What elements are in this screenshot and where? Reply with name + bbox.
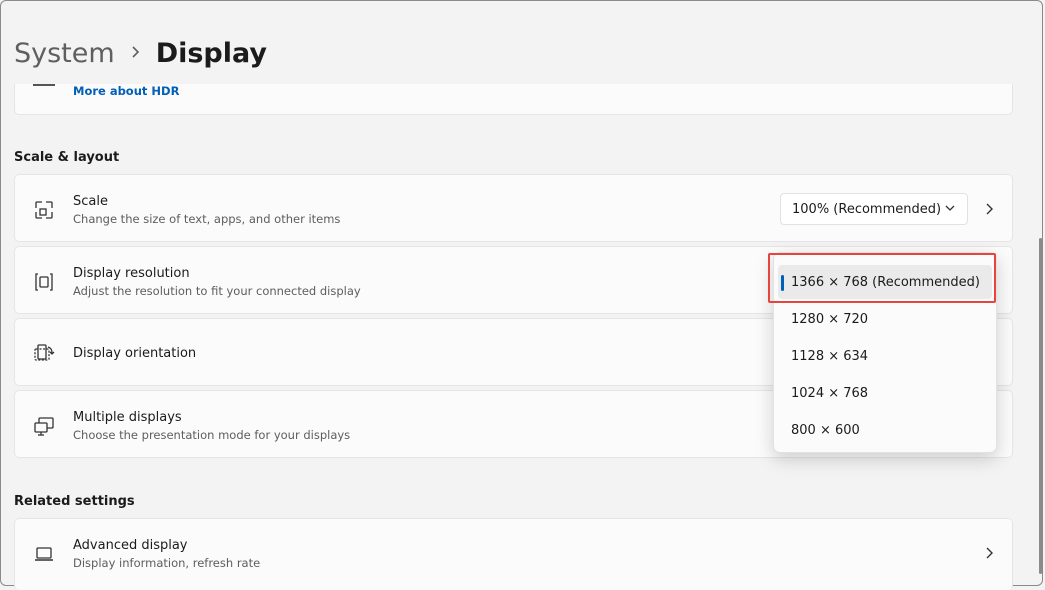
breadcrumb-system[interactable]: System — [14, 38, 115, 69]
multiple-displays-title: Multiple displays — [73, 410, 182, 425]
resolution-option[interactable]: 800 × 600 — [778, 413, 992, 447]
resolution-option-label: 1280 × 720 — [791, 311, 869, 327]
more-about-hdr-link[interactable]: More about HDR — [73, 84, 179, 98]
resolution-option-label: 1366 × 768 (Recommended) — [791, 274, 980, 290]
hdr-icon — [33, 84, 55, 86]
chevron-right-icon — [131, 43, 140, 64]
breadcrumb: System Display — [14, 38, 267, 69]
scale-subtitle: Change the size of text, apps, and other… — [73, 212, 341, 226]
section-title-scale-layout: Scale & layout — [14, 150, 120, 165]
scale-dropdown-value: 100% (Recommended) — [792, 201, 942, 217]
scale-icon — [35, 201, 53, 219]
resolution-dropdown-list: 1366 × 768 (Recommended) 1280 × 720 1128… — [773, 252, 997, 453]
resolution-option[interactable]: 1366 × 768 (Recommended) — [778, 265, 992, 299]
laptop-icon — [35, 547, 53, 561]
display-resolution-title: Display resolution — [73, 266, 190, 281]
scrollbar[interactable] — [1039, 238, 1042, 574]
chevron-down-icon — [945, 205, 955, 211]
resolution-option[interactable]: 1024 × 768 — [778, 376, 992, 410]
scale-card[interactable]: Scale Change the size of text, apps, and… — [14, 174, 1013, 242]
display-orientation-title: Display orientation — [73, 346, 197, 361]
resolution-option-label: 800 × 600 — [791, 422, 860, 438]
chevron-right-icon[interactable] — [984, 202, 994, 216]
page-title: Display — [155, 38, 267, 69]
resolution-icon — [35, 273, 53, 291]
scale-dropdown[interactable]: 100% (Recommended) — [780, 193, 968, 225]
multiple-displays-subtitle: Choose the presentation mode for your di… — [73, 428, 351, 442]
advanced-display-card[interactable]: Advanced display Display information, re… — [14, 518, 1013, 590]
orientation-icon — [34, 344, 55, 361]
hdr-card: More about HDR — [14, 84, 1013, 115]
multiple-displays-icon — [34, 417, 54, 436]
advanced-display-subtitle: Display information, refresh rate — [73, 556, 261, 570]
section-title-related-settings: Related settings — [14, 494, 135, 509]
resolution-option[interactable]: 1128 × 634 — [778, 339, 992, 373]
advanced-display-title: Advanced display — [73, 538, 188, 553]
display-resolution-subtitle: Adjust the resolution to fit your connec… — [73, 284, 361, 298]
chevron-right-icon[interactable] — [984, 546, 994, 560]
selected-indicator — [781, 275, 784, 291]
scale-title: Scale — [73, 194, 108, 209]
resolution-option-label: 1024 × 768 — [791, 385, 869, 401]
resolution-option-label: 1128 × 634 — [791, 348, 869, 364]
resolution-option[interactable]: 1280 × 720 — [778, 302, 992, 336]
